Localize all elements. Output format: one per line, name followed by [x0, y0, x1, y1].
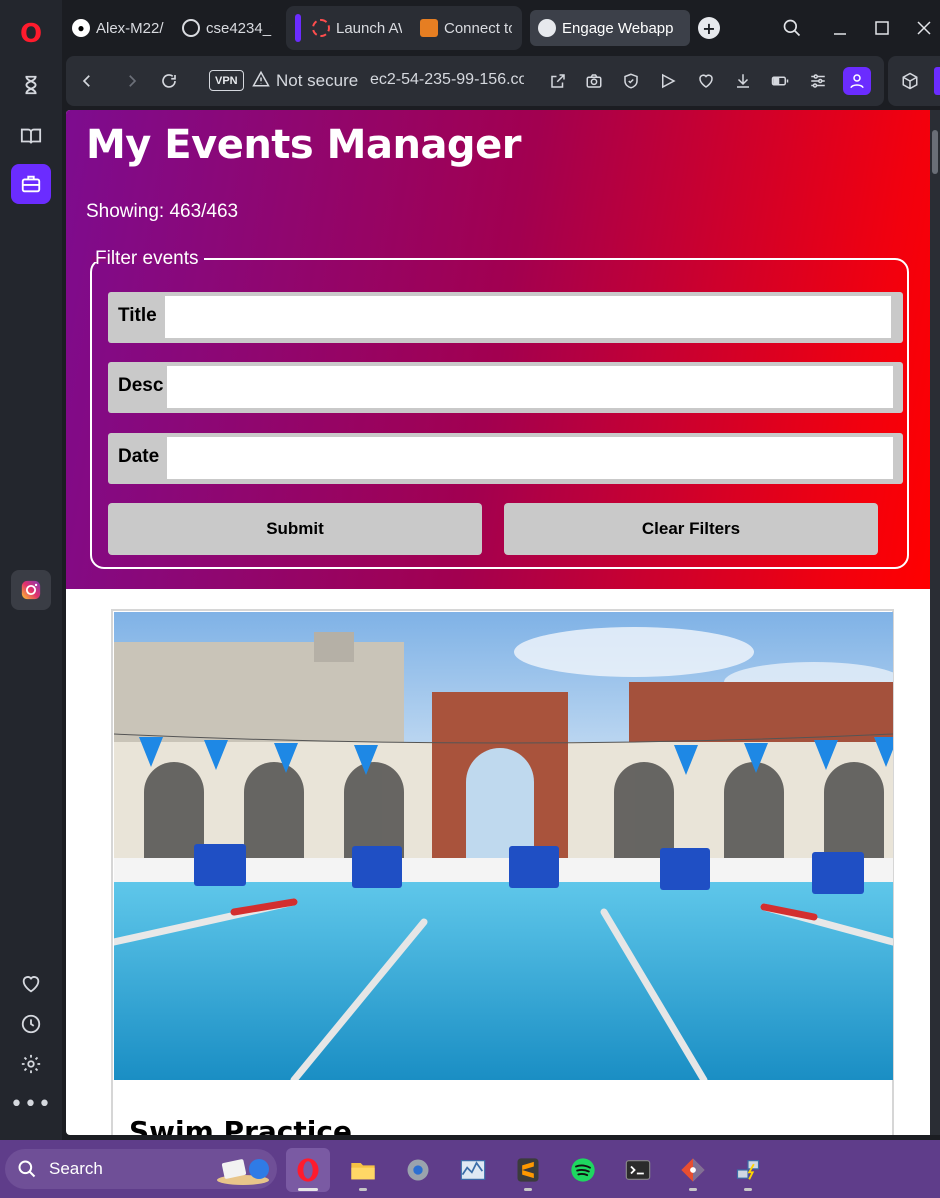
- running-indicator: [359, 1188, 367, 1191]
- more-options-icon[interactable]: •••: [10, 1084, 51, 1124]
- extensions-cube-icon[interactable]: [898, 69, 922, 93]
- title-label: Title: [118, 305, 157, 326]
- date-filter-row: Date: [108, 433, 903, 484]
- event-image: [114, 612, 893, 1080]
- date-input[interactable]: [167, 437, 893, 479]
- opera-logo-icon[interactable]: O: [11, 14, 51, 54]
- send-icon[interactable]: [656, 69, 680, 93]
- desc-input[interactable]: [167, 366, 893, 408]
- aws-connect-icon: [420, 19, 438, 37]
- tab-group-indicator: [295, 14, 301, 42]
- download-icon[interactable]: [731, 69, 755, 93]
- reading-list-icon[interactable]: [11, 116, 51, 156]
- title-filter-row: Title: [108, 292, 903, 343]
- tab-strip: ● Alex-M22/ cse4234_p Launch AW Connect …: [62, 0, 940, 56]
- history-clock-icon[interactable]: [11, 1004, 51, 1044]
- back-button[interactable]: [74, 68, 100, 94]
- favorite-heart-icon[interactable]: [694, 69, 718, 93]
- forward-button[interactable]: [119, 68, 145, 94]
- terminal-icon[interactable]: [616, 1148, 660, 1192]
- share-icon[interactable]: [546, 69, 570, 93]
- spotify-icon[interactable]: [561, 1148, 605, 1192]
- scroll-thumb[interactable]: [932, 130, 938, 174]
- tab-cse4234[interactable]: cse4234_p: [174, 10, 280, 46]
- search-label: Search: [49, 1159, 103, 1178]
- vpn-badge[interactable]: VPN: [209, 70, 244, 91]
- maximize-button[interactable]: [868, 14, 896, 42]
- header-banner: My Events Manager Showing: 463/463 Filte…: [66, 110, 930, 589]
- hourglass-icon[interactable]: [11, 65, 51, 105]
- page-scrollbar[interactable]: [930, 110, 940, 1135]
- filter-legend: Filter events: [95, 248, 199, 269]
- search-tabs-icon[interactable]: [778, 14, 806, 42]
- sidebar-toggle-indicator[interactable]: [934, 67, 940, 95]
- title-input[interactable]: [165, 296, 891, 338]
- showing-count: Showing: 463/463: [86, 201, 239, 222]
- extensions-bar: [888, 56, 940, 106]
- file-explorer-icon[interactable]: [341, 1148, 385, 1192]
- aws-launch-icon: [312, 19, 330, 37]
- desc-filter-row: Desc: [108, 362, 903, 413]
- page-viewport: My Events Manager Showing: 463/463 Filte…: [66, 110, 930, 1135]
- opera-taskbar-icon[interactable]: [286, 1148, 330, 1192]
- clear-filters-button[interactable]: Clear Filters: [504, 503, 878, 555]
- submit-button[interactable]: Submit: [108, 503, 482, 555]
- taskbar-search[interactable]: Search: [5, 1149, 277, 1189]
- workspaces-icon[interactable]: [11, 164, 51, 204]
- active-indicator: [298, 1188, 318, 1191]
- globe-icon: [538, 19, 556, 37]
- resource-monitor-icon[interactable]: [451, 1148, 495, 1192]
- network-icon[interactable]: [726, 1148, 770, 1192]
- address-bar: VPN Not secure ec2-54-235-99-156.compute…: [66, 56, 884, 106]
- event-card[interactable]: Swim Practice: [111, 609, 894, 1135]
- settings-gear-icon[interactable]: [11, 1044, 51, 1084]
- settings-icon[interactable]: [396, 1148, 440, 1192]
- battery-saver-icon[interactable]: [768, 69, 792, 93]
- instagram-icon[interactable]: [11, 570, 51, 610]
- url-field[interactable]: ec2-54-235-99-156.compute-1.amazonaws.co…: [370, 71, 524, 89]
- browser-sidebar: O •••: [0, 0, 62, 1140]
- tab-connect[interactable]: Connect to: [412, 10, 520, 46]
- easy-setup-icon[interactable]: [806, 69, 830, 93]
- globe-icon: [182, 19, 200, 37]
- heart-icon[interactable]: [11, 964, 51, 1004]
- camera-icon[interactable]: [582, 69, 606, 93]
- windows-taskbar: Search: [0, 1140, 940, 1198]
- desc-label: Desc: [118, 375, 164, 396]
- new-tab-button[interactable]: +: [698, 17, 720, 39]
- minimize-button[interactable]: [826, 14, 854, 42]
- warning-icon[interactable]: [252, 70, 270, 92]
- running-indicator: [524, 1188, 532, 1191]
- search-highlight-icon: [217, 1159, 269, 1185]
- security-status[interactable]: Not secure: [276, 71, 358, 91]
- running-indicator: [744, 1188, 752, 1191]
- tab-github[interactable]: ● Alex-M22/: [64, 10, 172, 46]
- reload-button[interactable]: [156, 68, 182, 94]
- date-label: Date: [118, 446, 160, 467]
- tab-launch-aws[interactable]: Launch AW: [304, 10, 410, 46]
- close-window-button[interactable]: [910, 14, 938, 42]
- running-indicator: [689, 1188, 697, 1191]
- event-title: Swim Practice: [129, 1115, 352, 1135]
- github-icon: ●: [72, 19, 90, 37]
- profile-icon[interactable]: [843, 67, 871, 95]
- sublime-text-icon[interactable]: [506, 1148, 550, 1192]
- git-icon[interactable]: [671, 1148, 715, 1192]
- search-icon: [17, 1159, 37, 1183]
- page-title: My Events Manager: [86, 122, 521, 168]
- shield-icon[interactable]: [619, 69, 643, 93]
- tab-engage-webapp[interactable]: Engage Webapp: [530, 10, 690, 46]
